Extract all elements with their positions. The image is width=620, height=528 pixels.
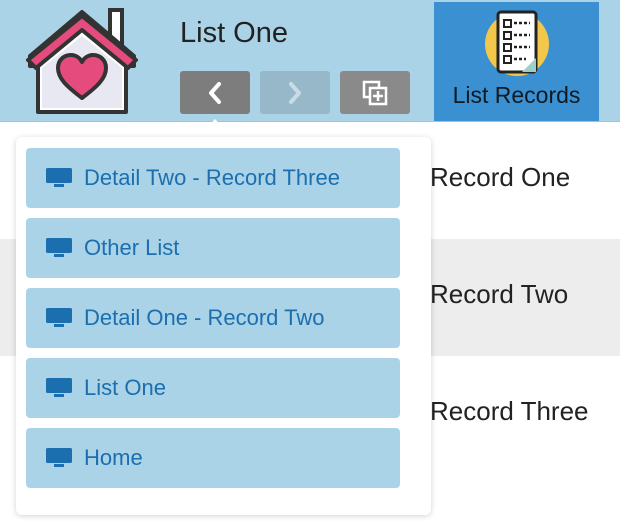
forward-button[interactable] (260, 71, 330, 114)
house-heart-icon[interactable] (22, 8, 142, 116)
table-cell-name: Record Two (430, 279, 569, 309)
monitor-icon (46, 448, 72, 467)
list-records-label: List Records (452, 82, 581, 108)
monitor-icon (46, 378, 72, 397)
history-item-label: Home (84, 445, 143, 470)
monitor-icon (46, 168, 72, 187)
copy-plus-icon (362, 80, 388, 105)
monitor-icon (46, 308, 72, 327)
table-cell-name: Record Three (430, 396, 589, 426)
checklist-icon (484, 10, 549, 76)
history-item[interactable]: List One (26, 358, 400, 418)
list-records-button[interactable]: List Records (434, 2, 599, 121)
history-item-label: Detail One - Record Two (84, 305, 325, 330)
history-item[interactable]: Other List (26, 218, 400, 278)
table-cell-name: Record One (430, 162, 571, 192)
history-item[interactable]: Home (26, 428, 400, 488)
header: List One List Records (0, 0, 620, 122)
history-item-label: List One (84, 375, 166, 400)
history-popover: Detail Two - Record Three Other List Det… (16, 137, 431, 515)
chevron-left-icon (209, 81, 221, 104)
chevron-right-icon (289, 81, 301, 104)
copy-button[interactable] (340, 71, 410, 114)
history-item-label: Other List (84, 235, 180, 260)
back-button[interactable] (180, 71, 250, 114)
popover-arrow (199, 119, 231, 137)
history-item-label: Detail Two - Record Three (84, 165, 340, 190)
history-item[interactable]: Detail Two - Record Three (26, 148, 400, 208)
monitor-icon (46, 238, 72, 257)
history-item[interactable]: Detail One - Record Two (26, 288, 400, 348)
page-title: List One (180, 17, 288, 49)
